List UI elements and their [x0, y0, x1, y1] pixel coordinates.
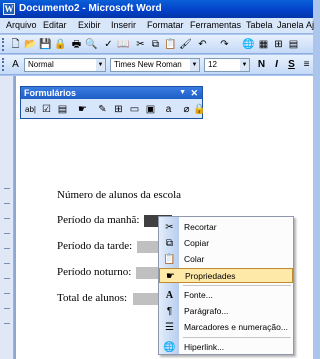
- total-students-label: Total de alunos:: [57, 292, 128, 304]
- open-folder-icon[interactable]: 📂: [24, 38, 37, 51]
- hyperlink-icon: 🌐: [163, 342, 176, 353]
- save-icon[interactable]: 💾: [39, 38, 52, 51]
- menu-arquivo[interactable]: Arquivo: [6, 20, 37, 30]
- research-icon[interactable]: 📖: [117, 38, 130, 51]
- chevron-down-icon: ▼: [96, 59, 105, 71]
- menu-ferramentas[interactable]: Ferramentas: [190, 20, 241, 30]
- redo-icon[interactable]: ↷: [218, 38, 231, 51]
- underline-button[interactable]: S: [285, 58, 298, 71]
- text-form-field-icon[interactable]: ab|: [24, 103, 37, 116]
- cut-icon[interactable]: ✂: [134, 38, 147, 51]
- undo-icon[interactable]: ↶: [196, 38, 209, 51]
- bold-button[interactable]: N: [255, 58, 268, 71]
- toolbar-grip[interactable]: [2, 58, 5, 71]
- insert-table-icon[interactable]: ⊞: [272, 38, 285, 51]
- forms-toolbar: Formulários ▼ ✕ ab| ☑ ▤ ☛ ✎ ⊞ ▭ ▣ a ⌀ 🔒: [20, 86, 206, 119]
- align-left-icon[interactable]: ≡: [300, 58, 313, 71]
- forms-toolbar-header[interactable]: Formulários ▼ ✕: [21, 87, 202, 99]
- menu-item-properties[interactable]: ☛ Propriedades: [159, 268, 293, 283]
- draw-table-icon[interactable]: ✎: [96, 103, 109, 116]
- window-title: Documento2 - Microsoft Word: [19, 3, 162, 14]
- formatting-toolbar: A Normal ▼ Times New Roman ▼ 12 ▼ N I S ≡: [0, 55, 313, 75]
- paste-icon[interactable]: 📋: [164, 38, 177, 51]
- menu-item-hyperlink[interactable]: 🌐 Hiperlink...: [159, 340, 293, 355]
- menu-item-bullets[interactable]: ☰ Marcadores e numeração...: [159, 320, 293, 335]
- night-period-label: Período noturno:: [57, 266, 132, 278]
- context-menu: ✂ Recortar ⧉ Copiar 📋 Colar ☛ Propriedades A…: [158, 216, 294, 355]
- bullets-icon: ☰: [165, 322, 174, 333]
- form-field-shading-icon[interactable]: a: [162, 103, 175, 116]
- paragraph-icon: ¶: [166, 306, 173, 317]
- menu-tabela[interactable]: Tabela: [246, 20, 273, 30]
- menu-formatar[interactable]: Formatar: [147, 20, 184, 30]
- reset-form-fields-icon[interactable]: ⌀: [180, 103, 193, 116]
- chevron-down-icon: ▼: [240, 59, 249, 71]
- insert-frame-icon-2[interactable]: ▣: [144, 103, 157, 116]
- menu-separator: [183, 285, 291, 286]
- font-icon: A: [165, 290, 174, 301]
- font-size-select[interactable]: 12 ▼: [204, 58, 250, 72]
- print-preview-icon[interactable]: 🔍: [85, 38, 98, 51]
- menu-janela[interactable]: Janela: [277, 20, 304, 30]
- styles-pane-icon[interactable]: A: [9, 58, 22, 71]
- paste-icon: 📋: [163, 254, 176, 265]
- new-document-icon[interactable]: 🗋: [9, 38, 22, 51]
- italic-button[interactable]: I: [270, 58, 283, 71]
- title-bar: W Documento2 - Microsoft Word: [0, 0, 313, 18]
- excel-icon[interactable]: ▤: [287, 38, 300, 51]
- word-icon: W: [3, 3, 15, 15]
- menu-item-copy[interactable]: ⧉ Copiar: [159, 236, 293, 251]
- cut-icon: ✂: [165, 222, 174, 233]
- print-icon[interactable]: 🖶: [70, 38, 83, 51]
- menu-item-font[interactable]: A Fonte...: [159, 288, 293, 303]
- menu-bar: Arquivo Editar Exibir Inserir Formatar F…: [0, 18, 314, 34]
- standard-toolbar: 🗋 📂 💾 🔒 🖶 🔍 ✓ 📖 ✂ ⧉ 📋 🖌 ↶ ↷ 🌐 ▦ ⊞ ▤: [0, 35, 313, 54]
- menu-item-paragraph[interactable]: ¶ Parágrafo...: [159, 304, 293, 319]
- copy-icon: ⧉: [165, 238, 174, 249]
- menu-item-cut[interactable]: ✂ Recortar: [159, 220, 293, 235]
- menu-separator: [183, 337, 291, 338]
- morning-period-label: Período da manhã:: [57, 214, 140, 226]
- menu-item-paste[interactable]: 📋 Colar: [159, 252, 293, 267]
- close-icon[interactable]: ✕: [190, 87, 198, 99]
- protect-form-icon[interactable]: 🔒: [193, 103, 206, 116]
- chevron-down-icon: ▼: [190, 59, 199, 71]
- copy-icon[interactable]: ⧉: [149, 38, 162, 51]
- forms-toolbar-title: Formulários: [24, 88, 77, 98]
- menu-exibir[interactable]: Exibir: [78, 20, 101, 30]
- document-heading: Número de alunos da escola: [57, 189, 182, 201]
- format-painter-icon[interactable]: 🖌: [179, 38, 192, 51]
- tables-borders-icon[interactable]: ▦: [257, 38, 270, 51]
- spelling-icon[interactable]: ✓: [102, 38, 115, 51]
- vertical-ruler: [0, 76, 14, 359]
- menu-inserir[interactable]: Inserir: [111, 20, 136, 30]
- menu-editar[interactable]: Editar: [43, 20, 67, 30]
- toolbar-options-icon[interactable]: ▼: [179, 87, 186, 99]
- toolbar-grip[interactable]: [2, 38, 5, 51]
- total-form-field[interactable]: [133, 293, 159, 305]
- dropdown-form-field-icon[interactable]: ▤: [56, 103, 69, 116]
- night-form-field[interactable]: [136, 267, 160, 279]
- hyperlink-icon[interactable]: 🌐: [242, 38, 255, 51]
- permission-icon[interactable]: 🔒: [54, 38, 67, 51]
- menu-ajuda[interactable]: Aj: [306, 20, 314, 30]
- form-field-options-icon[interactable]: ☛: [76, 103, 89, 116]
- afternoon-period-label: Período da tarde:: [57, 240, 133, 252]
- insert-table-icon[interactable]: ⊞: [112, 103, 125, 116]
- font-select[interactable]: Times New Roman ▼: [110, 58, 200, 72]
- properties-icon: ☛: [166, 271, 175, 282]
- style-select[interactable]: Normal ▼: [24, 58, 106, 72]
- insert-frame-icon[interactable]: ▭: [128, 103, 141, 116]
- checkbox-form-field-icon[interactable]: ☑: [40, 103, 53, 116]
